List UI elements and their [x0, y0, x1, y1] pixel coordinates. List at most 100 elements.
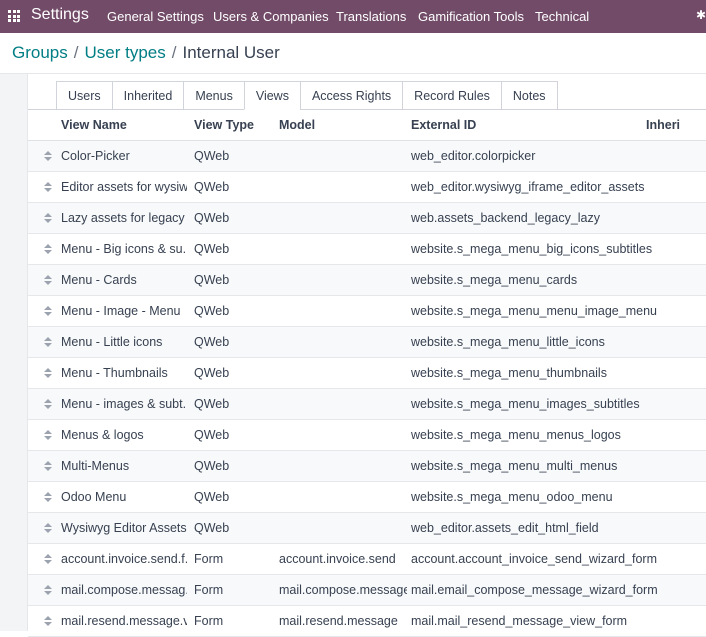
drag-handle-icon[interactable] — [44, 244, 52, 254]
menu-users-companies[interactable]: Users & Companies — [213, 9, 329, 24]
drag-handle-icon[interactable] — [44, 275, 52, 285]
tab-access-rights[interactable]: Access Rights — [299, 81, 404, 110]
tab-inherited[interactable]: Inherited — [111, 81, 185, 110]
drag-handle-icon[interactable] — [44, 213, 52, 223]
header-model[interactable]: Model — [279, 118, 315, 132]
drag-handle-icon[interactable] — [44, 337, 52, 347]
cell-view-type: Form — [194, 583, 224, 597]
cell-external-id: website.s_mega_menu_big_icons_subtitles — [411, 242, 653, 256]
cell-external-id: website.s_mega_menu_odoo_menu — [411, 490, 613, 504]
drag-handle-icon[interactable] — [44, 368, 52, 378]
cell-external-id: website.s_mega_menu_menu_image_menu — [411, 304, 657, 318]
cell-external-id: web_editor.colorpicker — [411, 149, 536, 163]
tab-notes[interactable]: Notes — [500, 81, 558, 110]
cell-model: mail.resend.message — [279, 614, 398, 628]
tab-menus[interactable]: Menus — [183, 81, 245, 110]
control-panel: Groups / User types / Internal User — [0, 33, 706, 74]
cell-view-type: QWeb — [194, 366, 230, 380]
cell-view-name: Menu - images & subt... — [61, 397, 187, 411]
cell-view-type: QWeb — [194, 180, 230, 194]
table-row[interactable]: Color-Picker QWeb web_editor.colorpicker — [28, 141, 706, 172]
drag-handle-icon[interactable] — [44, 182, 52, 192]
breadcrumb-separator: / — [73, 43, 79, 62]
breadcrumb-groups[interactable]: Groups — [12, 43, 68, 62]
app-name[interactable]: Settings — [31, 6, 89, 24]
cell-external-id: website.s_mega_menu_little_icons — [411, 335, 605, 349]
table-row[interactable]: Menu - Little icons QWeb website.s_mega_me… — [28, 327, 706, 358]
drag-handle-icon[interactable] — [44, 492, 52, 502]
table-row[interactable]: Menu - Cards QWeb website.s_mega_menu_card… — [28, 265, 706, 296]
drag-handle-icon[interactable] — [44, 306, 52, 316]
cell-external-id: web_editor.assets_edit_html_field — [411, 521, 599, 535]
menu-translations[interactable]: Translations — [336, 9, 406, 24]
form-sheet: Users Inherited Menus Views Access Right… — [27, 74, 706, 637]
drag-handle-icon[interactable] — [44, 554, 52, 564]
drag-handle-icon[interactable] — [44, 399, 52, 409]
table-row[interactable]: account.invoice.send.f... Form account.inv… — [28, 544, 706, 575]
header-external-id[interactable]: External ID — [411, 118, 476, 132]
cell-view-type: Form — [194, 552, 224, 566]
cell-view-type: QWeb — [194, 149, 230, 163]
cell-view-type: QWeb — [194, 335, 230, 349]
menu-general-settings[interactable]: General Settings — [107, 9, 204, 24]
table-row[interactable]: Editor assets for wysiw... QWeb web_editor… — [28, 172, 706, 203]
cell-view-name: Menus & logos — [61, 428, 144, 442]
table-header: View Name View Type Model External ID In… — [28, 110, 706, 141]
cell-view-type: QWeb — [194, 459, 230, 473]
cell-view-type: QWeb — [194, 242, 230, 256]
drag-handle-icon[interactable] — [44, 461, 52, 471]
cell-model: mail.compose.message — [279, 583, 407, 597]
header-view-name[interactable]: View Name — [61, 118, 127, 132]
cell-view-name: Menu - Image - Menu — [61, 304, 181, 318]
breadcrumb-separator: / — [171, 43, 177, 62]
cell-view-name: Color-Picker — [61, 149, 130, 163]
table-row[interactable]: Multi-Menus QWeb website.s_mega_menu_multi… — [28, 451, 706, 482]
header-view-type[interactable]: View Type — [194, 118, 254, 132]
table-row[interactable]: mail.compose.messag... Form mail.compose.m… — [28, 575, 706, 606]
cell-external-id: mail.mail_resend_message_view_form — [411, 614, 628, 628]
table-row[interactable]: Odoo Menu QWeb website.s_mega_menu_odoo_me… — [28, 482, 706, 513]
table-row[interactable]: Lazy assets for legacy ... QWeb web.assets… — [28, 203, 706, 234]
table-row[interactable]: Menu - images & subt... QWeb website.s_meg… — [28, 389, 706, 420]
notebook-tabs: Users Inherited Menus Views Access Right… — [56, 81, 558, 110]
tab-views[interactable]: Views — [243, 81, 301, 110]
cell-view-type: QWeb — [194, 428, 230, 442]
table-row[interactable]: mail.resend.message.v... Form mail.resend.… — [28, 606, 706, 637]
table-row[interactable]: Wysiwyg Editor Assets... QWeb web_editor.a… — [28, 513, 706, 544]
table-row[interactable]: Menu - Thumbnails QWeb website.s_mega_menu… — [28, 358, 706, 389]
table-row[interactable]: Menu - Big icons & su... QWeb website.s_me… — [28, 234, 706, 265]
table-row[interactable]: Menu - Image - Menu QWeb website.s_mega_me… — [28, 296, 706, 327]
cell-external-id: website.s_mega_menu_multi_menus — [411, 459, 618, 473]
menu-gamification-tools[interactable]: Gamification Tools — [418, 9, 524, 24]
cell-view-name: Menu - Thumbnails — [61, 366, 168, 380]
cell-view-name: Menu - Little icons — [61, 335, 163, 349]
breadcrumb-user-types[interactable]: User types — [84, 43, 165, 62]
header-inherit[interactable]: Inheri — [646, 118, 680, 132]
cell-view-type: QWeb — [194, 273, 230, 287]
systray-icon[interactable]: ✱ — [696, 8, 706, 22]
drag-handle-icon[interactable] — [44, 616, 52, 626]
tab-record-rules[interactable]: Record Rules — [402, 81, 502, 110]
tab-users[interactable]: Users — [56, 81, 113, 110]
cell-external-id: website.s_mega_menu_images_subtitles — [411, 397, 640, 411]
drag-handle-icon[interactable] — [44, 430, 52, 440]
drag-handle-icon[interactable] — [44, 585, 52, 595]
apps-menu-icon[interactable] — [8, 10, 20, 22]
cell-external-id: website.s_mega_menu_cards — [411, 273, 578, 287]
drag-handle-icon[interactable] — [44, 523, 52, 533]
cell-view-type: Form — [194, 614, 224, 628]
cell-external-id: website.s_mega_menu_thumbnails — [411, 366, 607, 380]
cell-view-name: Lazy assets for legacy ... — [61, 211, 187, 225]
drag-handle-icon[interactable] — [44, 151, 52, 161]
table-row[interactable]: Menus & logos QWeb website.s_mega_menu_men… — [28, 420, 706, 451]
cell-external-id: website.s_mega_menu_menus_logos — [411, 428, 621, 442]
menu-technical[interactable]: Technical — [535, 9, 589, 24]
cell-view-name: Wysiwyg Editor Assets... — [61, 521, 187, 535]
cell-external-id: mail.email_compose_message_wizard_form — [411, 583, 658, 597]
cell-view-name: mail.resend.message.v... — [61, 614, 187, 628]
cell-view-type: QWeb — [194, 521, 230, 535]
breadcrumb-current: Internal User — [182, 43, 280, 62]
cell-view-name: Editor assets for wysiw... — [61, 180, 187, 194]
cell-model: account.invoice.send — [279, 552, 396, 566]
cell-view-type: QWeb — [194, 304, 230, 318]
